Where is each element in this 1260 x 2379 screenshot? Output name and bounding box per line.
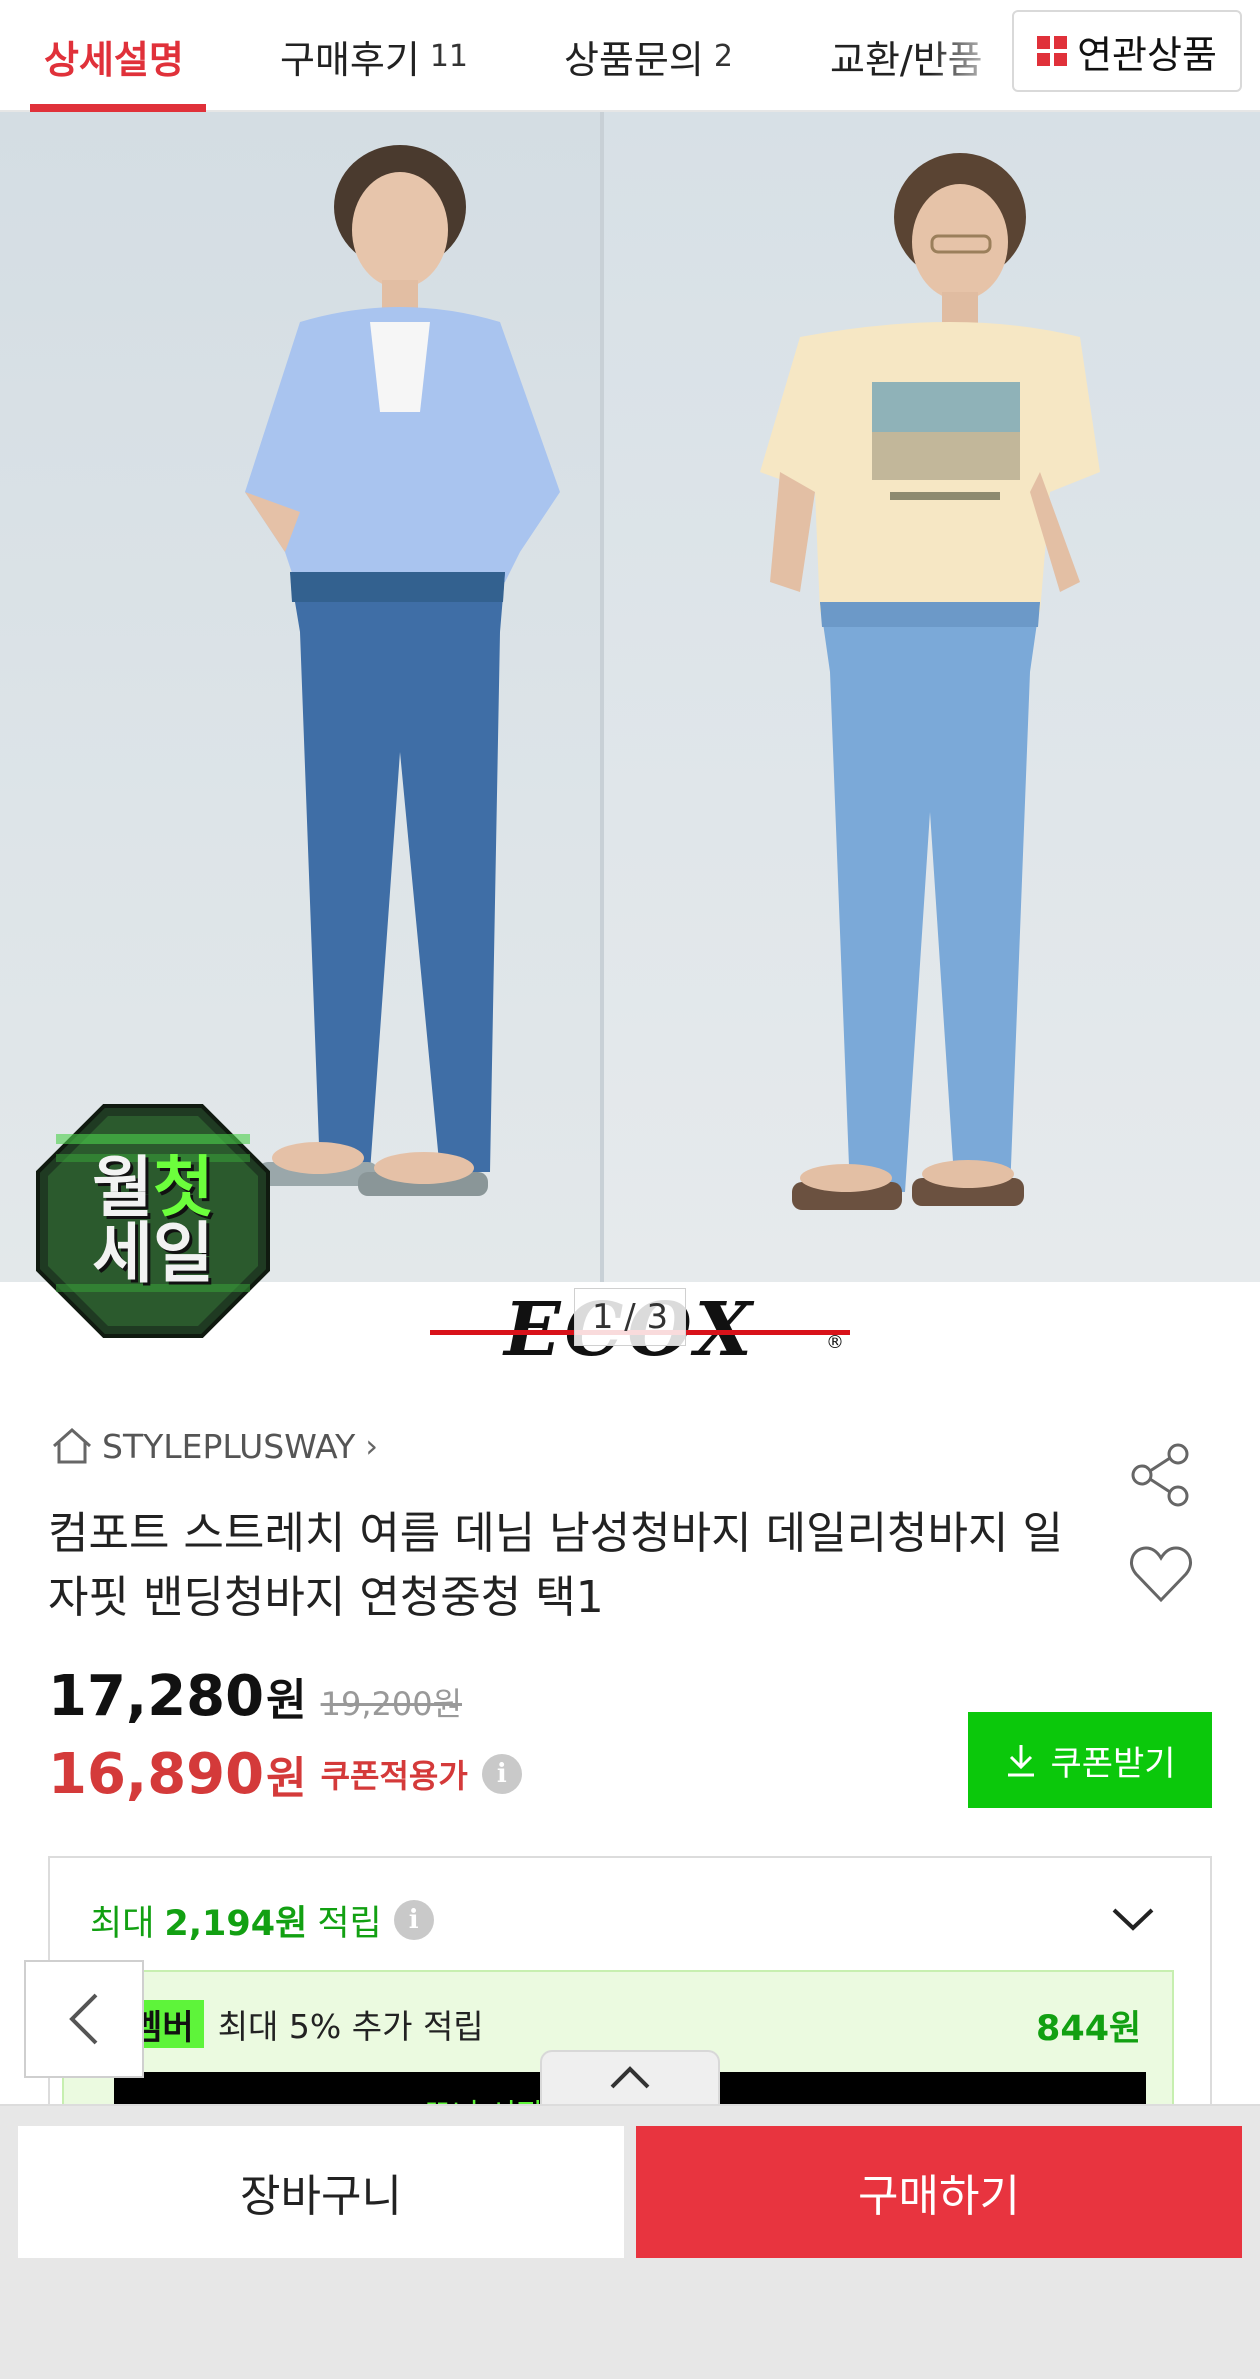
chevron-left-icon — [69, 1993, 98, 2045]
points-suffix: 적립 — [317, 1903, 382, 1944]
sale-price: 17,280원 — [48, 1664, 307, 1729]
model-right — [760, 153, 1100, 1210]
grid-icon — [1037, 36, 1068, 66]
chevron-down-icon[interactable] — [1108, 1898, 1158, 1938]
store-name: STYLEPLUSWAY — [102, 1426, 356, 1466]
coupon-price-label: 쿠폰적용가 — [320, 1757, 468, 1795]
member-amount: 844원 — [1036, 2009, 1142, 2049]
product-title: 컴포트 스트레치 여름 데님 남성청바지 데일리청바지 일자핏 밴딩청바지 연청… — [48, 1508, 1063, 1623]
tab-fade — [930, 0, 1010, 110]
tab-details-label: 상세설명 — [44, 37, 184, 82]
chevron-up-icon — [610, 2066, 650, 2089]
sale-badge: 월첫 세일 — [36, 1104, 270, 1338]
tab-reviews-count: 11 — [429, 38, 469, 74]
coupon-price-unit: 원 — [266, 1752, 307, 1804]
active-tab-indicator — [30, 104, 206, 112]
download-icon — [1008, 1745, 1035, 1777]
info-icon[interactable]: i — [481, 1754, 522, 1794]
tab-inquiries[interactable]: 상품문의 2 — [564, 0, 733, 112]
related-products-button[interactable]: 연관상품 — [1012, 10, 1242, 92]
price-row: 17,280원 19,200원 — [48, 1664, 462, 1736]
tab-reviews-label: 구매후기 — [280, 37, 420, 82]
member-desc: 최대 5% 추가 적립 — [217, 2007, 484, 2046]
related-products-label: 연관상품 — [1077, 32, 1217, 77]
store-link[interactable]: STYLEPLUSWAY › — [50, 1424, 378, 1468]
sale-price-unit: 원 — [266, 1675, 307, 1726]
model-left — [245, 145, 560, 1196]
share-icon — [1131, 1443, 1189, 1507]
tab-inquiries-label: 상품문의 — [564, 37, 704, 82]
back-button[interactable] — [24, 1960, 144, 2078]
points-amount: 2,194원 — [164, 1903, 308, 1944]
share-button[interactable] — [1128, 1442, 1194, 1508]
get-coupon-label: 쿠폰받기 — [1050, 1743, 1176, 1784]
coupon-price-value: 16,890 — [48, 1741, 265, 1807]
registered-mark: ® — [826, 1332, 844, 1353]
tab-details[interactable]: 상세설명 — [44, 0, 184, 112]
coupon-price: 16,890원 — [48, 1742, 307, 1807]
points-info-icon[interactable]: i — [393, 1900, 434, 1940]
points-summary: 최대 2,194원 적립 i — [90, 1894, 434, 1946]
home-icon — [53, 1427, 91, 1464]
coupon-price-row: 16,890원 쿠폰적용가 i — [48, 1738, 522, 1810]
tab-bar: 상세설명 구매후기 11 상품문의 2 교환/반품 연관상품 — [0, 0, 1260, 112]
get-coupon-button[interactable]: 쿠폰받기 — [968, 1712, 1212, 1808]
original-price: 19,200원 — [320, 1685, 463, 1723]
badge-text: 월첫 세일 — [36, 1104, 270, 1338]
tab-reviews[interactable]: 구매후기 11 — [280, 0, 468, 112]
add-to-cart-button[interactable]: 장바구니 — [18, 2126, 624, 2258]
image-pager: 1 / 3 — [574, 1288, 686, 1346]
tab-inquiries-count: 2 — [713, 38, 733, 74]
wishlist-button[interactable] — [1128, 1544, 1194, 1606]
heart-icon — [1130, 1546, 1192, 1603]
buy-now-button[interactable]: 구매하기 — [636, 2126, 1242, 2258]
badge-text-2: 세일 — [92, 1215, 214, 1292]
expand-handle[interactable] — [540, 2050, 720, 2104]
store-chevron-icon: › — [365, 1427, 379, 1465]
sale-price-value: 17,280 — [48, 1664, 265, 1729]
points-prefix: 최대 — [90, 1903, 155, 1944]
